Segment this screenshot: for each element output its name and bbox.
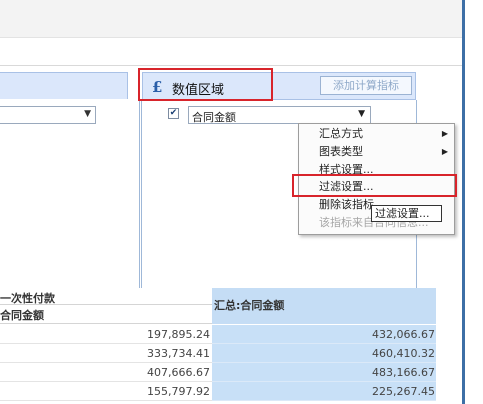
table-cell: 407,666.67	[0, 363, 212, 382]
table-cell-total: 483,166.67	[212, 363, 436, 382]
dropdown-arrow-icon[interactable]: ▼	[358, 109, 365, 119]
top-toolbar	[0, 0, 462, 38]
table-row: 333,734.41 460,410.32	[0, 344, 436, 363]
table-row: 407,666.67 483,166.67	[0, 363, 436, 382]
table-cell: 155,797.92	[0, 382, 212, 401]
right-gutter	[465, 0, 483, 404]
submenu-arrow-icon: ▶	[441, 129, 448, 138]
table-cell: 333,734.41	[0, 344, 212, 363]
menu-item-delete-metric[interactable]: 删除该指标	[319, 197, 374, 213]
table-cell-total: 225,267.45	[212, 382, 436, 401]
table-cell-total: 460,410.32	[212, 344, 436, 363]
left-column-header: 一次性付款 合同金额	[0, 288, 212, 324]
table-cell-total: 432,066.67	[212, 325, 436, 344]
dimension-area-panel	[0, 99, 140, 289]
column-header-contract-amount: 合同金额	[0, 309, 44, 322]
dimension-field-select[interactable]: ▼	[0, 106, 96, 124]
pivot-table: 一次性付款 合同金额 汇总:合同金额 197,895.24 432,066.67…	[0, 288, 436, 404]
table-row: 155,797.92 225,267.45	[0, 382, 436, 401]
table-cell: 197,895.24	[0, 325, 212, 344]
tooltip: 过滤设置...	[371, 205, 442, 222]
menu-item-chart-type[interactable]: 图表类型	[319, 144, 363, 160]
value-field-select[interactable]: 合同金额 ▼	[188, 106, 371, 124]
add-calculated-metric-button[interactable]: 添加计算指标	[320, 76, 412, 95]
table-row: 197,895.24 432,066.67	[0, 325, 436, 344]
secondary-toolbar	[0, 38, 462, 66]
submenu-arrow-icon: ▶	[441, 147, 448, 156]
highlight-box-value-area	[138, 68, 273, 101]
field-checkbox[interactable]: ✔	[168, 108, 179, 119]
menu-item-summary-method[interactable]: 汇总方式	[319, 126, 363, 142]
highlight-box-filter-settings	[292, 174, 457, 197]
value-field-label: 合同金额	[192, 111, 236, 124]
dimension-area-header	[0, 72, 128, 100]
header-divider	[0, 304, 212, 305]
column-header-sum-contract-amount: 汇总:合同金额	[212, 288, 436, 324]
dropdown-arrow-icon[interactable]: ▼	[84, 109, 91, 119]
